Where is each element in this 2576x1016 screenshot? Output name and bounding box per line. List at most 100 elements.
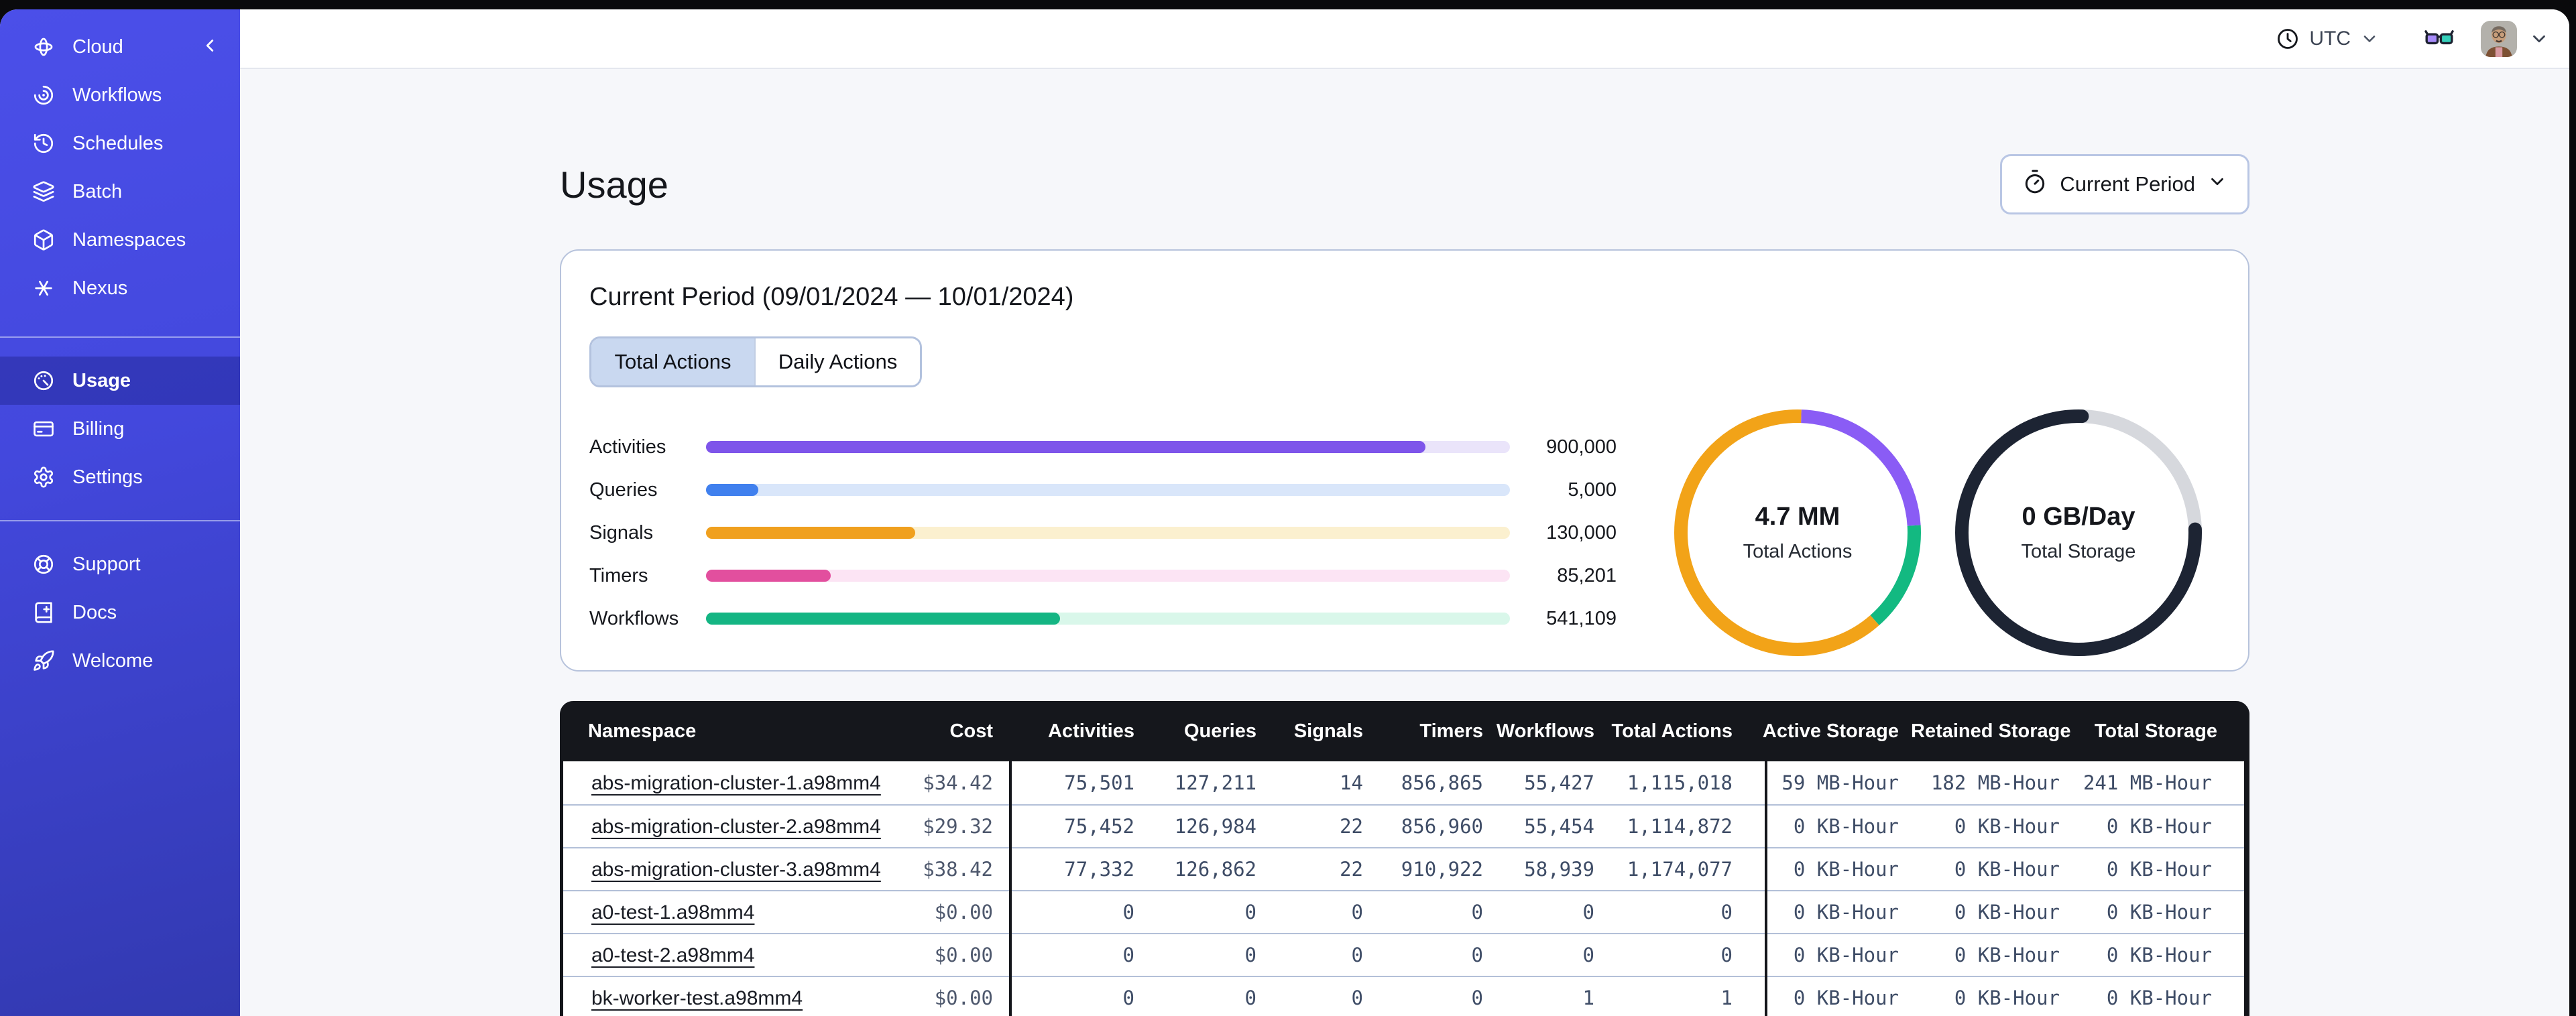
- sidebar-item-workflows[interactable]: Workflows: [0, 71, 240, 119]
- sidebar-item-label: Welcome: [72, 649, 154, 672]
- total-storage-donut: 0 GB/Day Total Storage: [1955, 409, 2202, 656]
- namespace-link[interactable]: a0-test-2.a98mm4: [591, 944, 754, 966]
- cell-namespace: abs-migration-cluster-3.a98mm4: [563, 858, 898, 881]
- bar-value: 130,000: [1546, 521, 1617, 544]
- cell-cost: $29.32: [923, 815, 993, 838]
- usage-summary-card: Current Period (09/01/2024 — 10/01/2024)…: [560, 249, 2249, 672]
- total-actions-value: 4.7 MM: [1755, 503, 1840, 531]
- cell-queries: 0: [1244, 987, 1256, 1009]
- bar-track: [706, 484, 1510, 496]
- sidebar-collapse-icon[interactable]: [200, 36, 223, 58]
- bar-value: 900,000: [1546, 436, 1617, 458]
- sidebar-item-usage[interactable]: Usage: [0, 357, 240, 405]
- cell-total-actions: 1,174,077: [1627, 858, 1733, 881]
- sidebar-item-settings[interactable]: Settings: [0, 453, 240, 501]
- namespace-link[interactable]: abs-migration-cluster-3.a98mm4: [591, 859, 881, 881]
- timezone-selector[interactable]: UTC: [2276, 27, 2379, 51]
- chevron-down-icon: [2360, 29, 2379, 48]
- namespace-link[interactable]: bk-worker-test.a98mm4: [591, 987, 803, 1009]
- sidebar-divider: [0, 520, 240, 521]
- cell-activities: 0: [1122, 987, 1134, 1009]
- sidebar-item-batch[interactable]: Batch: [0, 168, 240, 216]
- user-avatar[interactable]: [2481, 20, 2517, 57]
- cell-total-actions: 1,114,872: [1627, 815, 1733, 838]
- table-header-row: Namespace Cost Activities Queries Signals Tim…: [560, 701, 2249, 761]
- sidebar-item-label: Batch: [72, 180, 123, 202]
- cell-total-actions: 0: [1720, 901, 1733, 924]
- column-header-activities: Activities: [1048, 720, 1134, 742]
- bar-label: Signals: [589, 521, 654, 544]
- bar-track: [706, 441, 1510, 453]
- sidebar-item-label: Usage: [72, 369, 131, 391]
- table-row: a0-test-2.a98mm4 $0.00 0 0 0 0 0 0 0 KB-Hour 0 KB…: [563, 933, 2244, 976]
- bar-label: Queries: [589, 479, 658, 501]
- table-divider-line: [1765, 761, 1767, 1016]
- account-menu-chevron-icon[interactable]: [2529, 29, 2549, 49]
- sidebar-item-label: Nexus: [72, 277, 128, 299]
- tab-total-actions[interactable]: Total Actions: [591, 338, 756, 385]
- sidebar-item-schedules[interactable]: Schedules: [0, 119, 240, 168]
- temporal-logo-icon: [32, 36, 55, 58]
- sidebar-item-label: Schedules: [72, 132, 164, 154]
- table-body: abs-migration-cluster-1.a98mm4 $34.42 75,5…: [563, 761, 2244, 1016]
- column-header-active-storage: Active Storage: [1762, 720, 1899, 742]
- cell-cost: $38.42: [923, 858, 993, 881]
- actions-bar-chart: Activities 900,000 Queries 5,000 Signals 130,…: [589, 426, 1617, 640]
- docs-icon: [32, 601, 55, 624]
- sidebar-item-billing[interactable]: Billing: [0, 405, 240, 453]
- page-title: Usage: [560, 163, 668, 206]
- cell-signals: 14: [1340, 771, 1363, 794]
- cell-total-storage: 0 KB-Hour: [2106, 858, 2212, 881]
- cell-timers: 856,865: [1401, 771, 1483, 794]
- cell-queries: 0: [1244, 901, 1256, 924]
- sidebar-nav: Workflows Schedules Batch Namespaces Nexus Us…: [0, 71, 240, 685]
- cell-total-actions: 1,115,018: [1627, 771, 1733, 794]
- sidebar-item-support[interactable]: Support: [0, 540, 240, 588]
- sidebar-item-nexus[interactable]: Nexus: [0, 264, 240, 312]
- donut-charts: 4.7 MM Total Actions 0 GB/Day Total Stor…: [1674, 409, 2202, 656]
- sidebar-item-docs[interactable]: Docs: [0, 588, 240, 637]
- cell-namespace: a0-test-2.a98mm4: [563, 944, 898, 967]
- feedback-glasses-icon[interactable]: [2423, 23, 2455, 55]
- cell-total-storage: 0 KB-Hour: [2106, 815, 2212, 838]
- bar-fill: [706, 527, 915, 539]
- cell-namespace: a0-test-1.a98mm4: [563, 901, 898, 924]
- namespace-link[interactable]: abs-migration-cluster-2.a98mm4: [591, 816, 881, 838]
- billing-icon: [32, 418, 55, 440]
- sidebar-item-welcome[interactable]: Welcome: [0, 637, 240, 685]
- table-row: abs-migration-cluster-2.a98mm4 $29.32 75,4…: [563, 804, 2244, 847]
- cell-activities: 75,452: [1064, 815, 1134, 838]
- bar-row-workflows: Workflows 541,109: [589, 597, 1617, 640]
- cell-workflows: 0: [1582, 944, 1594, 966]
- bar-fill: [706, 570, 831, 582]
- total-storage-label: Total Storage: [2021, 541, 2136, 562]
- namespace-link[interactable]: a0-test-1.a98mm4: [591, 901, 754, 924]
- cell-active-storage: 0 KB-Hour: [1793, 987, 1899, 1009]
- sidebar-brand[interactable]: Cloud: [0, 23, 240, 71]
- sidebar-item-label: Billing: [72, 418, 125, 440]
- cell-total-actions: 0: [1720, 944, 1733, 966]
- total-actions-donut: 4.7 MM Total Actions: [1674, 409, 1921, 656]
- bar-row-signals: Signals 130,000: [589, 511, 1617, 554]
- column-header-total-storage: Total Storage: [2094, 720, 2217, 742]
- cell-cost: $34.42: [923, 771, 993, 794]
- cell-workflows: 0: [1582, 901, 1594, 924]
- cell-total-storage: 0 KB-Hour: [2106, 944, 2212, 966]
- period-selector-button[interactable]: Current Period: [2000, 154, 2249, 214]
- cell-active-storage: 0 KB-Hour: [1793, 858, 1899, 881]
- cell-cost: $0.00: [934, 901, 993, 924]
- sidebar-item-namespaces[interactable]: Namespaces: [0, 216, 240, 264]
- namespace-link[interactable]: abs-migration-cluster-1.a98mm4: [591, 772, 881, 794]
- clock-icon: [2276, 27, 2300, 51]
- sidebar-item-label: Docs: [72, 601, 117, 623]
- main-area: UTC Usage Current Period Current Period …: [240, 9, 2569, 1016]
- tab-daily-actions[interactable]: Daily Actions: [756, 338, 920, 385]
- table-row: bk-worker-test.a98mm4 $0.00 0 0 0 0 1 1 0 KB-Hou…: [563, 976, 2244, 1016]
- bar-fill: [706, 484, 758, 496]
- card-heading: Current Period (09/01/2024 — 10/01/2024): [589, 283, 1074, 311]
- namespace-usage-table: Namespace Cost Activities Queries Signals Tim…: [560, 701, 2249, 1016]
- bar-label: Activities: [589, 436, 666, 458]
- cell-retained-storage: 0 KB-Hour: [1954, 815, 2060, 838]
- cell-queries: 127,211: [1174, 771, 1256, 794]
- welcome-icon: [32, 649, 55, 672]
